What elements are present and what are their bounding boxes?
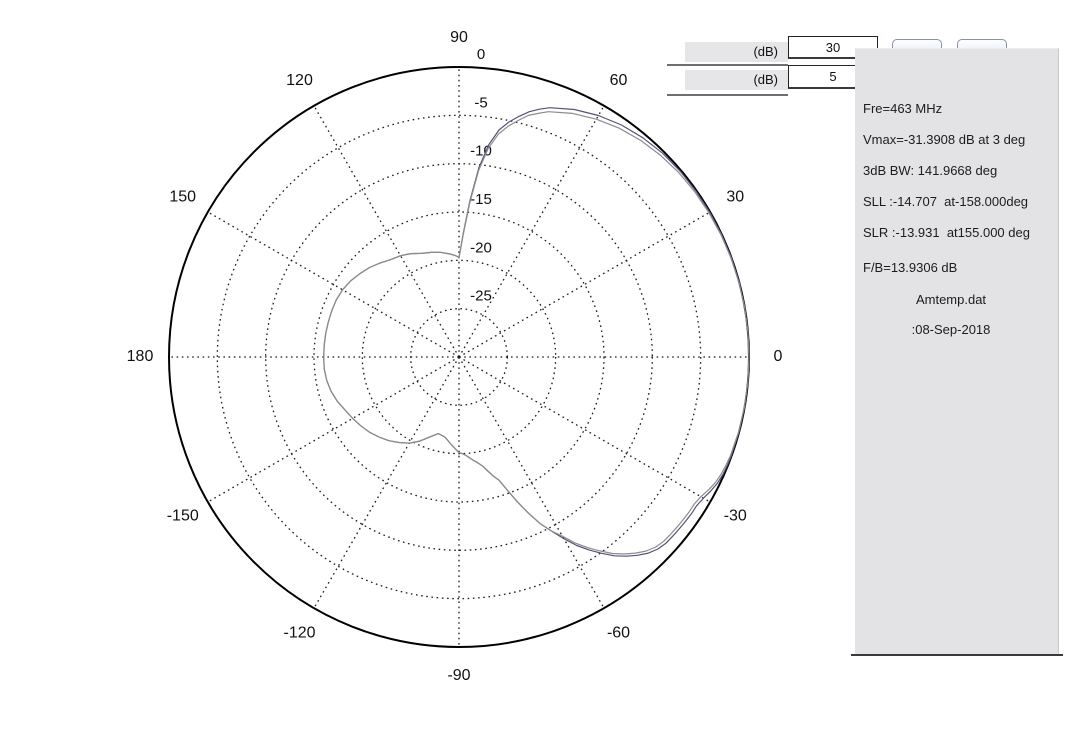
sll-text: SLL :-14.707 at-158.000deg <box>863 194 1028 209</box>
svg-text:0: 0 <box>477 46 485 63</box>
svg-text:150: 150 <box>169 189 196 206</box>
svg-text:-20: -20 <box>470 239 492 256</box>
front-back-text: F/B=13.9306 dB <box>863 260 957 275</box>
svg-text:30: 30 <box>726 189 744 206</box>
divider <box>667 64 788 66</box>
svg-text:-60: -60 <box>607 624 630 641</box>
svg-text:-5: -5 <box>474 94 487 111</box>
date-text: :08-Sep-2018 <box>855 322 1047 337</box>
svg-text:-150: -150 <box>167 508 199 525</box>
svg-text:-15: -15 <box>470 191 492 208</box>
divider <box>667 94 788 96</box>
svg-text:-25: -25 <box>470 288 492 305</box>
step-db-label: (dB) <box>685 70 788 90</box>
svg-text:-120: -120 <box>283 624 315 641</box>
app-window: 0306090120150180-150-120-90-60-300-5-10-… <box>0 0 1090 732</box>
file-name-text: Amtemp.dat <box>855 292 1047 307</box>
slr-text: SLR :-13.931 at155.000 deg <box>863 225 1030 240</box>
svg-text:0: 0 <box>774 348 783 365</box>
svg-text:120: 120 <box>286 72 313 89</box>
svg-text:-90: -90 <box>447 667 470 684</box>
panel-bottom-shadow <box>851 654 1063 656</box>
frequency-text: Fre=463 MHz <box>863 101 942 116</box>
beamwidth-text: 3dB BW: 141.9668 deg <box>863 163 997 178</box>
svg-text:60: 60 <box>610 72 628 89</box>
vmax-text: Vmax=-31.3908 dB at 3 deg <box>863 132 1025 147</box>
svg-text:90: 90 <box>450 29 468 46</box>
results-panel: Fre=463 MHz Vmax=-31.3908 dB at 3 deg 3d… <box>855 48 1059 654</box>
svg-text:180: 180 <box>127 348 154 365</box>
range-db-label: (dB) <box>685 42 788 62</box>
svg-text:-30: -30 <box>724 508 747 525</box>
